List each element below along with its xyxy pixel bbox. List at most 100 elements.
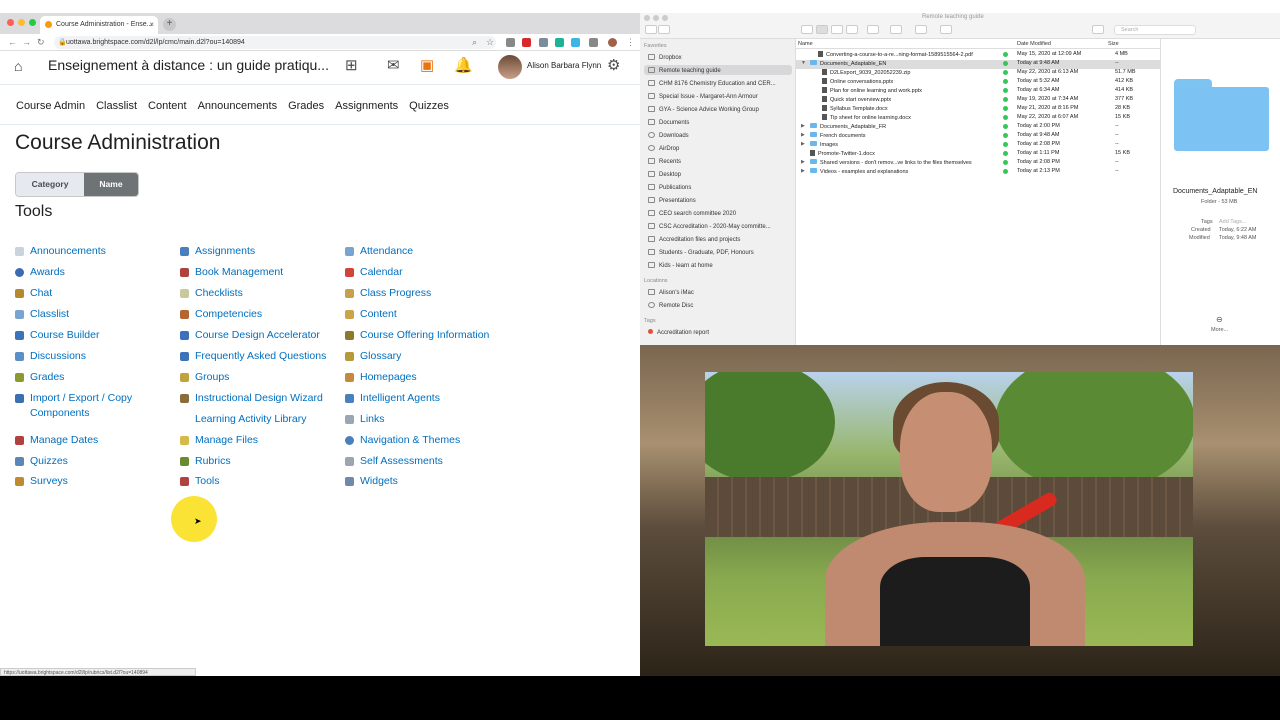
tool-link-course-design-accelerator[interactable]: Course Design Accelerator xyxy=(180,328,345,343)
forward-icon[interactable]: → xyxy=(22,37,31,47)
sidebar-item[interactable]: CHM 8176 Chemistry Education and CER... xyxy=(648,80,776,87)
sidebar-item[interactable]: Recents xyxy=(648,158,681,165)
close-window-button[interactable] xyxy=(7,19,14,26)
tool-link-widgets[interactable]: Widgets xyxy=(345,474,505,489)
tool-link-discussions[interactable]: Discussions xyxy=(15,349,175,364)
sidebar-item[interactable]: Remote teaching guide xyxy=(648,67,721,74)
sidebar-item[interactable]: CSC Accreditation - 2020-May committe... xyxy=(648,223,771,230)
tool-link-faq[interactable]: Frequently Asked Questions xyxy=(180,349,345,364)
sidebar-tag[interactable]: Accreditation report xyxy=(648,329,709,336)
nav-announcements[interactable]: Announcements xyxy=(198,100,278,112)
tool-link-checklists[interactable]: Checklists xyxy=(180,286,340,301)
file-row[interactable]: ▶ Documents_Adaptable_FR Today at 2:00 PM -… xyxy=(796,123,1160,132)
tool-link-grades[interactable]: Grades xyxy=(15,370,175,385)
tool-link-rubrics[interactable]: Rubrics xyxy=(180,454,340,469)
file-row[interactable]: ▶ Videos - examples and explanations Today… xyxy=(796,168,1160,177)
search-icon[interactable]: ⌕ xyxy=(472,37,477,48)
sidebar-item[interactable]: CEO search committee 2020 xyxy=(648,210,736,217)
sidebar-item[interactable]: Documents xyxy=(648,119,689,126)
maximize-window-button[interactable] xyxy=(662,15,668,21)
sidebar-item[interactable]: Remote Disc xyxy=(648,302,693,309)
sidebar-item[interactable]: GYA - Science Advice Working Group xyxy=(648,106,759,113)
nav-quizzes[interactable]: Quizzes xyxy=(409,100,449,112)
course-selector-icon[interactable]: ⊞ xyxy=(345,56,358,74)
tool-link-learning-activity-library[interactable]: Learning Activity Library xyxy=(180,412,340,427)
tool-link-glossary[interactable]: Glossary xyxy=(345,349,505,364)
tool-link-course-offering-information[interactable]: Course Offering Information xyxy=(345,328,515,343)
nav-grades[interactable]: Grades xyxy=(288,100,324,112)
file-row[interactable]: Online conversations.pptx Today at 5:32 A… xyxy=(796,78,1160,87)
extension-icon[interactable] xyxy=(589,38,598,47)
file-row[interactable]: Promote-Twitter-1.docx Today at 1:11 PM 15… xyxy=(796,150,1160,159)
size-column-header[interactable]: Size xyxy=(1108,41,1119,47)
file-row[interactable]: ▶ French documents Today at 9:48 AM -- xyxy=(796,132,1160,141)
tag-icon[interactable] xyxy=(940,25,952,34)
file-row[interactable]: ▼ Documents_Adaptable_EN Today at 9:48 AM -… xyxy=(796,60,1160,69)
reload-icon[interactable]: ↻ xyxy=(37,37,45,48)
sidebar-item[interactable]: Alison's iMac xyxy=(648,289,694,296)
tool-link-chat[interactable]: Chat xyxy=(15,286,175,301)
bookmark-star-icon[interactable]: ☆ xyxy=(486,37,494,48)
tool-link-assignments[interactable]: Assignments xyxy=(180,244,340,259)
tool-link-competencies[interactable]: Competencies xyxy=(180,307,340,322)
category-view-button[interactable]: Category xyxy=(16,173,84,196)
view-icons-button[interactable] xyxy=(801,25,813,34)
sidebar-item[interactable]: Downloads xyxy=(648,132,689,139)
sidebar-item[interactable]: Desktop xyxy=(648,171,681,178)
tool-link-manage-files[interactable]: Manage Files xyxy=(180,433,340,448)
notification-bell-icon[interactable]: 🔔 xyxy=(454,56,473,74)
home-icon[interactable]: ⌂ xyxy=(14,58,22,74)
tool-link-quizzes[interactable]: Quizzes xyxy=(15,454,175,469)
tool-link-announcements[interactable]: Announcements xyxy=(15,244,175,259)
view-columns-button[interactable] xyxy=(831,25,843,34)
new-tab-button[interactable]: + xyxy=(163,18,176,31)
file-row[interactable]: ▶ Images Today at 2:08 PM -- xyxy=(796,141,1160,150)
dropbox-icon[interactable] xyxy=(1092,25,1104,34)
avatar[interactable] xyxy=(498,55,522,79)
file-row[interactable]: Converting-a-course-to-a-re...ning-forma… xyxy=(796,51,1160,60)
nav-assignments[interactable]: Assignments xyxy=(335,100,398,112)
tool-link-class-progress[interactable]: Class Progress xyxy=(345,286,505,301)
extension-icon[interactable] xyxy=(539,38,548,47)
date-column-header[interactable]: Date Modified xyxy=(1017,41,1051,47)
tool-link-instructional-design-wizard[interactable]: Instructional Design Wizard xyxy=(180,391,345,406)
extension-icon[interactable] xyxy=(506,38,515,47)
name-column-header[interactable]: Name xyxy=(798,41,813,47)
extension-icon[interactable] xyxy=(555,38,564,47)
nav-classlist[interactable]: Classlist xyxy=(96,100,137,112)
extension-icon[interactable] xyxy=(571,38,580,47)
nav-content[interactable]: Content xyxy=(148,100,187,112)
more-button[interactable]: More... xyxy=(1211,327,1228,333)
minimize-window-button[interactable] xyxy=(18,19,25,26)
name-view-button[interactable]: Name xyxy=(84,173,138,196)
sidebar-item[interactable]: Accreditation files and projects xyxy=(648,236,740,243)
group-button[interactable] xyxy=(867,25,879,34)
minimize-window-button[interactable] xyxy=(653,15,659,21)
tool-link-links[interactable]: Links xyxy=(345,412,505,427)
sidebar-item[interactable]: Dropbox xyxy=(648,54,682,61)
tool-link-import-export[interactable]: Import / Export / Copy Components xyxy=(15,391,165,421)
tool-link-groups[interactable]: Groups xyxy=(180,370,340,385)
file-row[interactable]: Plan for online learning and work.pptx To… xyxy=(796,87,1160,96)
sidebar-item[interactable]: AirDrop xyxy=(648,145,679,152)
browser-tab[interactable]: Course Administration - Ense... × xyxy=(40,16,158,34)
preview-tags-input[interactable]: Add Tags... xyxy=(1219,219,1246,225)
extension-icon[interactable] xyxy=(522,38,531,47)
action-gear-icon[interactable] xyxy=(890,25,902,34)
tool-link-tools[interactable]: Tools xyxy=(180,474,340,489)
course-title[interactable]: Enseignement à distance : un guide prati… xyxy=(48,57,329,73)
maximize-window-button[interactable] xyxy=(29,19,36,26)
file-row[interactable]: Tip sheet for online learning.docx May 22… xyxy=(796,114,1160,123)
tool-link-attendance[interactable]: Attendance xyxy=(345,244,505,259)
sidebar-item[interactable]: Publications xyxy=(648,184,691,191)
tool-link-calendar[interactable]: Calendar xyxy=(345,265,505,280)
nav-course-admin[interactable]: Course Admin xyxy=(16,100,85,112)
file-row[interactable]: Syllabus Template.docx May 21, 2020 at 8:… xyxy=(796,105,1160,114)
sidebar-item[interactable]: Presentations xyxy=(648,197,696,204)
back-icon[interactable] xyxy=(645,25,657,34)
file-row[interactable]: ▶ Shared versions - don't remov...ve link… xyxy=(796,159,1160,168)
tool-link-manage-dates[interactable]: Manage Dates xyxy=(15,433,175,448)
forward-icon[interactable] xyxy=(658,25,670,34)
address-bar[interactable]: 🔒 uottawa.brightspace.com/d2l/lp/cmc/mai… xyxy=(54,36,496,49)
menu-icon[interactable]: ⋮ xyxy=(626,37,635,48)
